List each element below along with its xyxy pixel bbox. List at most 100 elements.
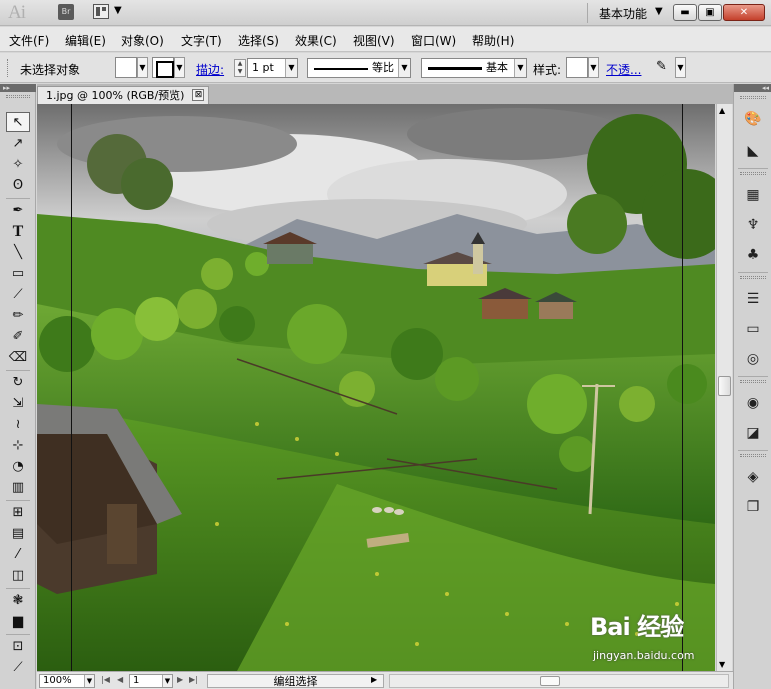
magic-wand-tool-icon[interactable]: ✧: [6, 155, 30, 175]
gradient-panel-icon[interactable]: ▭: [741, 318, 765, 340]
stroke-swatch[interactable]: [152, 57, 174, 78]
arrange-documents-dropdown-icon[interactable]: ▼: [114, 5, 122, 16]
rectangle-tool-icon[interactable]: ▭: [6, 264, 30, 284]
artboard-tool-icon[interactable]: ⊡: [6, 637, 30, 657]
horizontal-scrollbar[interactable]: [389, 674, 729, 688]
pen-tool-icon[interactable]: ✒: [6, 201, 30, 221]
vertical-scrollbar[interactable]: ▲ ▼: [716, 104, 732, 671]
menu-edit[interactable]: 编辑(E): [65, 32, 106, 49]
appearance-panel-icon[interactable]: ◉: [741, 392, 765, 414]
perspective-grid-tool-icon[interactable]: ▥: [6, 478, 30, 498]
minimize-icon: ▬: [680, 7, 690, 18]
document-tab[interactable]: 1.jpg @ 100% (RGB/预览) ⊠: [37, 86, 210, 104]
artboard-number-select[interactable]: 1 ▼: [129, 674, 173, 688]
brush-definition-select[interactable]: 基本 ▼: [421, 58, 527, 78]
workspace-switcher[interactable]: 基本功能: [599, 5, 647, 22]
panel-grip[interactable]: [740, 276, 766, 279]
arrange-documents-icon[interactable]: [93, 4, 109, 19]
layers-panel-icon[interactable]: ◈: [741, 466, 765, 488]
variable-width-profile-select[interactable]: 等比 ▼: [307, 58, 411, 78]
first-artboard-icon[interactable]: |◀: [101, 675, 110, 684]
swatches-panel-icon[interactable]: ▦: [741, 184, 765, 206]
menu-object[interactable]: 对象(O): [121, 32, 164, 49]
menu-view[interactable]: 视图(V): [353, 32, 395, 49]
color-guide-panel-icon[interactable]: ◣: [741, 140, 765, 162]
workspace-dropdown-icon[interactable]: ▼: [655, 6, 663, 17]
stroke-panel-icon[interactable]: ☰: [741, 288, 765, 310]
status-menu-icon[interactable]: ▶: [371, 675, 377, 684]
control-bar-menu-icon[interactable]: ▼: [675, 57, 686, 78]
document-tab-title: 1.jpg @ 100% (RGB/预览): [46, 89, 185, 102]
next-artboard-icon[interactable]: ▶: [177, 675, 183, 684]
menu-file[interactable]: 文件(F): [9, 32, 49, 49]
eyedropper-tool-icon[interactable]: ⁄: [6, 545, 30, 565]
shape-builder-tool-icon[interactable]: ◔: [6, 457, 30, 477]
panel-grip[interactable]: [6, 95, 30, 98]
panel-grip[interactable]: [740, 454, 766, 457]
scale-tool-icon[interactable]: ⇲: [6, 394, 30, 414]
artboards-panel-icon[interactable]: ❐: [741, 496, 765, 518]
selection-tool-icon[interactable]: ↖: [6, 112, 30, 132]
gradient-tool-icon[interactable]: ▤: [6, 524, 30, 544]
brushes-panel-icon[interactable]: ♆: [741, 214, 765, 236]
pencil-tool-icon[interactable]: ✏: [6, 306, 30, 326]
restore-button[interactable]: ▣: [698, 4, 722, 21]
previous-artboard-icon[interactable]: ◀: [117, 675, 123, 684]
stroke-panel-link[interactable]: 描边:: [196, 61, 224, 78]
recolor-artwork-icon[interactable]: ✎: [656, 59, 674, 77]
symbol-sprayer-tool-icon[interactable]: ❃: [6, 591, 30, 611]
document-canvas[interactable]: [37, 104, 715, 671]
graphic-styles-panel-icon[interactable]: ◪: [741, 422, 765, 444]
eraser-tool-icon[interactable]: ⌫: [6, 348, 30, 368]
blend-tool-icon[interactable]: ◫: [6, 566, 30, 586]
free-transform-tool-icon[interactable]: ⊹: [6, 436, 30, 456]
rotate-tool-icon[interactable]: ↻: [6, 373, 30, 393]
menu-type[interactable]: 文字(T): [181, 32, 222, 49]
scroll-down-icon[interactable]: ▼: [719, 660, 725, 669]
menu-select[interactable]: 选择(S): [238, 32, 279, 49]
stroke-weight-select[interactable]: 1 pt ▼: [247, 58, 298, 78]
column-graph-tool-icon[interactable]: ▆: [6, 612, 30, 632]
menu-effect[interactable]: 效果(C): [295, 32, 337, 49]
control-bar-grip[interactable]: [7, 59, 10, 77]
fill-dropdown-icon[interactable]: ▼: [137, 57, 148, 78]
panel-grip[interactable]: [740, 96, 766, 99]
fill-swatch[interactable]: [115, 57, 137, 78]
minimize-button[interactable]: ▬: [673, 4, 697, 21]
line-segment-tool-icon[interactable]: ╲: [6, 243, 30, 263]
close-tab-icon[interactable]: ⊠: [192, 89, 205, 101]
panel-grip[interactable]: [740, 172, 766, 175]
direct-selection-tool-icon[interactable]: ↗: [6, 134, 30, 154]
stroke-weight-spinner[interactable]: ▲ ▼: [234, 59, 246, 77]
last-artboard-icon[interactable]: ▶|: [189, 675, 198, 684]
blob-brush-tool-icon[interactable]: ✐: [6, 327, 30, 347]
status-field[interactable]: 编组选择: [207, 674, 384, 688]
transparency-panel-icon[interactable]: ◎: [741, 348, 765, 370]
warp-tool-icon[interactable]: ≀: [6, 415, 30, 435]
graphic-style-swatch[interactable]: [566, 57, 588, 78]
guide-line-left[interactable]: [71, 104, 72, 671]
guide-line-right[interactable]: [682, 104, 683, 671]
graphic-style-dropdown-icon[interactable]: ▼: [588, 57, 599, 78]
type-tool-icon[interactable]: T: [6, 222, 30, 242]
panel-grip[interactable]: [740, 380, 766, 383]
menu-help[interactable]: 帮助(H): [472, 32, 514, 49]
close-button[interactable]: ✕: [723, 4, 765, 21]
slice-tool-icon[interactable]: ⟋: [6, 658, 30, 678]
bridge-button[interactable]: Br: [58, 4, 74, 20]
mesh-tool-icon[interactable]: ⊞: [6, 503, 30, 523]
horizontal-scroll-thumb[interactable]: [540, 676, 560, 686]
divider: [738, 450, 768, 451]
collapse-panel-icon[interactable]: ▸▸: [0, 84, 36, 92]
opacity-panel-link[interactable]: 不透...: [606, 61, 641, 78]
zoom-level-select[interactable]: 100% ▼: [39, 674, 95, 688]
lasso-tool-icon[interactable]: ʘ: [6, 176, 30, 196]
vertical-scroll-thumb[interactable]: [718, 376, 731, 396]
symbols-panel-icon[interactable]: ♣: [741, 244, 765, 266]
scroll-up-icon[interactable]: ▲: [719, 106, 725, 115]
color-panel-icon[interactable]: 🎨: [741, 108, 765, 130]
collapse-dock-icon[interactable]: ◂◂: [734, 84, 771, 92]
stroke-dropdown-icon[interactable]: ▼: [174, 57, 185, 78]
menu-window[interactable]: 窗口(W): [411, 32, 456, 49]
paintbrush-tool-icon[interactable]: ⟋: [6, 285, 30, 305]
